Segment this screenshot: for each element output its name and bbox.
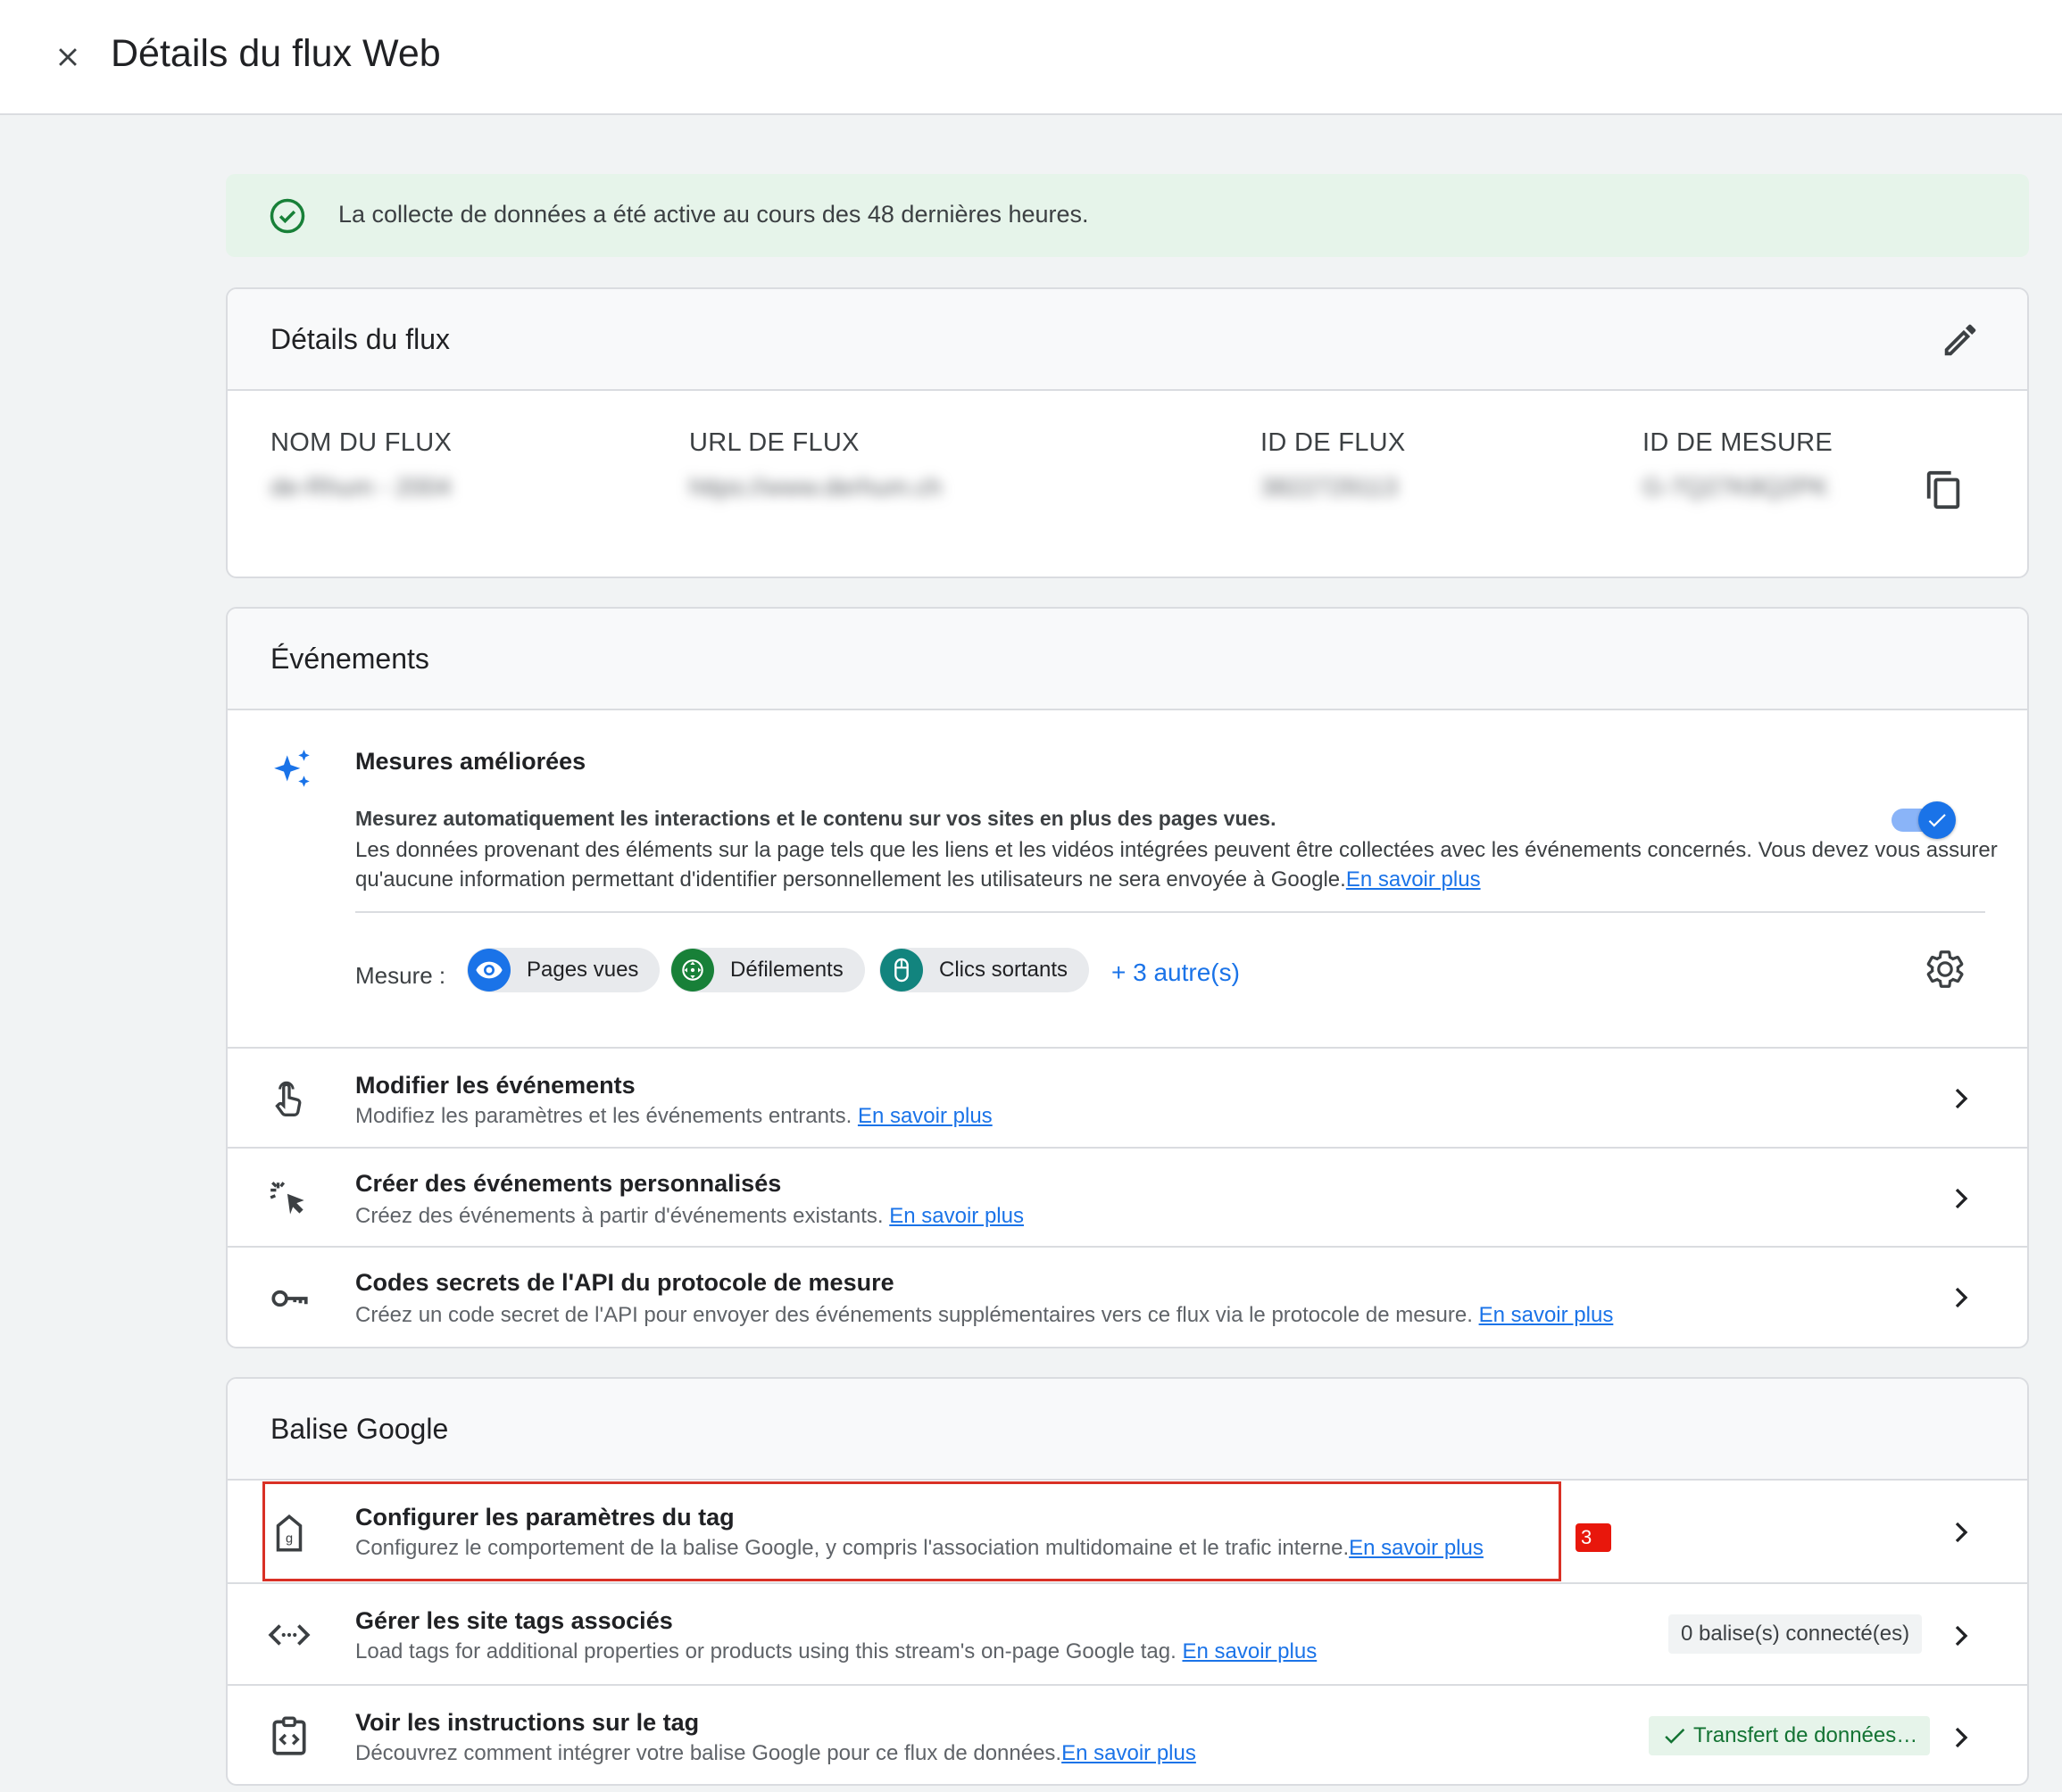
connected-tags-count: 0 balise(s) connecté(es) [1668, 1614, 1923, 1654]
stream-details-card: Détails du flux NOM DU FLUX de-Rhum - 20… [226, 287, 2029, 578]
row-tag-instructions[interactable]: Voir les instructions sur le tag Découvr… [228, 1684, 2027, 1784]
clipboard-code-icon [272, 1716, 306, 1755]
events-card: Événements Mesures améliorées Mesurez au… [226, 607, 2029, 1348]
chevron-right-icon [1955, 1727, 1968, 1748]
page-title: Détails du flux Web [111, 32, 441, 75]
row-desc-text: Configurez le comportement de la balise … [355, 1536, 1350, 1560]
chip-label: Pages vues [527, 958, 639, 982]
toggle-knob [1918, 801, 1956, 839]
data-flow-status-label: Transfert de données… [1693, 1723, 1918, 1747]
divider [355, 911, 1985, 913]
learn-more-link[interactable]: En savoir plus [858, 1104, 993, 1128]
row-desc-text: Modifiez les paramètres et les événement… [355, 1104, 852, 1128]
stream-id-label: ID DE FLUX [1260, 428, 1406, 457]
row-custom-events[interactable]: Créer des événements personnalisés Créez… [228, 1147, 2027, 1246]
scroll-arrows-icon [671, 949, 714, 991]
row-linked-site-tags[interactable]: Gérer les site tags associés Load tags f… [228, 1582, 2027, 1684]
row-desc-text: Découvrez comment intégrer votre balise … [355, 1741, 1062, 1765]
gear-icon[interactable] [1924, 948, 1966, 991]
data-flow-status: Transfert de données… [1649, 1716, 1931, 1755]
chevron-right-icon [1955, 1625, 1968, 1647]
stream-url-label: URL DE FLUX [689, 428, 860, 457]
chip-page-views[interactable]: Pages vues [467, 948, 661, 992]
enhanced-measurement-title: Mesures améliorées [355, 748, 586, 775]
chevron-right-icon [1955, 1522, 1968, 1543]
top-bar: Détails du flux Web [0, 0, 2062, 115]
enhanced-measurement-desc: Les données provenant des éléments sur l… [355, 835, 2027, 894]
chip-label: Défilements [730, 958, 844, 982]
row-desc-text: Load tags for additional properties or p… [355, 1639, 1177, 1663]
row-title: Créer des événements personnalisés [355, 1170, 782, 1197]
stream-name-value: de-Rhum - 2004 [270, 473, 452, 501]
row-title: Configurer les paramètres du tag [355, 1504, 735, 1531]
banner-text: La collecte de données a été active au c… [338, 201, 1089, 228]
learn-more-link[interactable]: En savoir plus [1061, 1741, 1196, 1765]
annotation-badge: 3 [1576, 1523, 1611, 1552]
google-tag-card: Balise Google g Configurer les paramètre… [226, 1377, 2029, 1786]
touch-hand-icon [275, 1081, 302, 1116]
card-title: Balise Google [270, 1413, 449, 1445]
sparkle-icon [274, 750, 310, 787]
learn-more-link[interactable]: En savoir plus [1346, 867, 1481, 892]
chevron-right-icon [1955, 1088, 1968, 1109]
row-desc-text: Créez des événements à partir d'événemen… [355, 1204, 884, 1228]
learn-more-link[interactable]: En savoir plus [1182, 1639, 1317, 1663]
row-title: Gérer les site tags associés [355, 1607, 673, 1634]
check-icon [1928, 814, 1946, 827]
svg-text:g: g [286, 1531, 293, 1546]
measure-label: Mesure : [355, 962, 446, 989]
learn-more-link[interactable]: En savoir plus [889, 1204, 1024, 1228]
row-modify-events[interactable]: Modifier les événements Modifiez les par… [228, 1047, 2027, 1147]
row-desc: Load tags for additional properties or p… [355, 1639, 1317, 1664]
row-desc: Découvrez comment intégrer votre balise … [355, 1741, 1196, 1766]
row-title: Voir les instructions sur le tag [355, 1709, 700, 1736]
chevron-right-icon [1955, 1287, 1968, 1308]
code-arrows-icon [268, 1624, 311, 1646]
chevron-right-icon [1955, 1188, 1968, 1209]
card-title: Événements [270, 643, 429, 675]
click-cursor-icon [270, 1182, 304, 1215]
row-title: Modifier les événements [355, 1072, 636, 1099]
measurement-id-value: G-7Q27K8Q2PK [1642, 473, 1829, 501]
row-api-secrets[interactable]: Codes secrets de l'API du protocole de m… [228, 1246, 2027, 1345]
mouse-icon [880, 949, 923, 991]
learn-more-link[interactable]: En savoir plus [1349, 1536, 1484, 1560]
chip-outbound-clicks[interactable]: Clics sortants [879, 948, 1090, 992]
enhanced-measurement-toggle[interactable] [1886, 800, 1959, 839]
close-icon [59, 48, 77, 66]
row-desc-text: Créez un code secret de l'API pour envoy… [355, 1303, 1473, 1327]
chip-label: Clics sortants [939, 958, 1068, 982]
stream-id-value: 3822729113 [1260, 473, 1398, 501]
card-header: Balise Google [228, 1379, 2027, 1481]
stream-url-value: https://www.derhum.ch [689, 473, 943, 501]
row-title: Codes secrets de l'API du protocole de m… [355, 1269, 894, 1296]
enhanced-measurement-desc-bold: Mesurez automatiquement les interactions… [355, 807, 1276, 830]
row-desc: Créez un code secret de l'API pour envoy… [355, 1303, 1613, 1328]
key-icon [271, 1290, 308, 1307]
enhanced-measurement-section: Mesures améliorées Mesurez automatiqueme… [228, 710, 2027, 1047]
pencil-icon[interactable] [1940, 319, 1981, 361]
row-desc: Configurez le comportement de la balise … [355, 1536, 1484, 1561]
stream-name-label: NOM DU FLUX [270, 428, 453, 457]
row-desc: Modifiez les paramètres et les événement… [355, 1104, 993, 1129]
eye-icon [468, 949, 511, 991]
row-configure-tag[interactable]: g Configurer les paramètres du tag Confi… [228, 1481, 2027, 1582]
tag-icon: g [276, 1514, 303, 1552]
stream-details-body: NOM DU FLUX de-Rhum - 2004 URL DE FLUX h… [228, 391, 2027, 577]
card-header: Détails du flux [228, 289, 2027, 391]
more-measures-link[interactable]: + 3 autre(s) [1111, 958, 1240, 987]
close-button[interactable] [45, 34, 91, 80]
card-header: Événements [228, 609, 2027, 710]
card-title: Détails du flux [270, 323, 450, 355]
check-circle-icon [270, 198, 305, 234]
status-banner: La collecte de données a été active au c… [226, 174, 2029, 257]
row-desc: Créez des événements à partir d'événemen… [355, 1204, 1024, 1229]
learn-more-link[interactable]: En savoir plus [1479, 1303, 1614, 1327]
copy-icon[interactable] [1924, 469, 1965, 510]
check-icon [1665, 1729, 1685, 1744]
measurement-id-label: ID DE MESURE [1642, 428, 1833, 457]
enhanced-desc-text: Les données provenant des éléments sur l… [355, 838, 1998, 892]
chip-scrolls[interactable]: Défilements [670, 948, 865, 992]
